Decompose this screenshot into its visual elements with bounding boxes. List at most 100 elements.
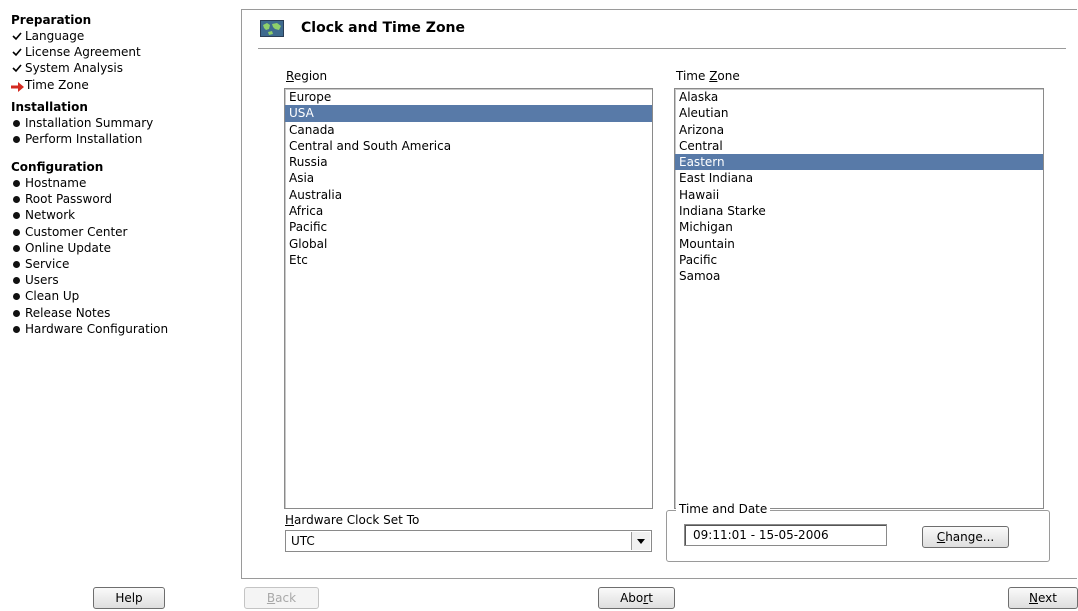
- step-root-password: Root Password: [11, 191, 168, 207]
- region-item-pacific[interactable]: Pacific: [285, 219, 652, 235]
- step-clean-up: Clean Up: [11, 288, 168, 304]
- configuration-section: Configuration Hostname Root Password Netwo…: [11, 159, 168, 337]
- timezone-item-arizona[interactable]: Arizona: [675, 122, 1043, 138]
- step-label: Users: [25, 273, 59, 288]
- step-network: Network: [11, 207, 168, 223]
- step-label: Network: [25, 208, 76, 223]
- region-item-central-and-south-america[interactable]: Central and South America: [285, 138, 652, 154]
- back-button[interactable]: Back: [244, 587, 319, 609]
- step-language: Language: [11, 28, 141, 44]
- step-license-agreement: License Agreement: [11, 44, 141, 60]
- bullet-icon: [13, 212, 20, 220]
- check-icon: [11, 44, 23, 60]
- time-and-date-legend: Time and Date: [676, 502, 771, 516]
- step-label: Clean Up: [25, 289, 80, 304]
- installation-items: Installation Summary Perform Installation: [11, 115, 153, 147]
- step-time-zone: Time Zone: [11, 77, 141, 93]
- help-button[interactable]: Help: [93, 587, 165, 609]
- step-label: Release Notes: [25, 305, 111, 320]
- region-item-canada[interactable]: Canada: [285, 122, 652, 138]
- dropdown-button[interactable]: [631, 532, 650, 550]
- step-label: Online Update: [25, 240, 111, 255]
- region-item-asia[interactable]: Asia: [285, 170, 652, 186]
- step-label: Installation Summary: [25, 116, 154, 130]
- check-icon: [11, 28, 23, 44]
- main-panel: Clock and Time Zone Region Europe USA Cana…: [241, 9, 1077, 579]
- step-label: License Agreement: [25, 45, 141, 60]
- bullet-icon: [13, 293, 20, 301]
- preparation-section: Preparation Language License Agreement Sys…: [11, 12, 141, 93]
- hardware-clock-select[interactable]: UTC: [285, 530, 652, 552]
- timezone-item-pacific[interactable]: Pacific: [675, 252, 1043, 268]
- preparation-heading: Preparation: [11, 13, 92, 27]
- step-label: Root Password: [25, 192, 113, 207]
- bullet-icon: [13, 309, 20, 317]
- bullet-icon: [13, 244, 20, 252]
- timezone-item-east-indiana[interactable]: East Indiana: [675, 170, 1043, 186]
- installation-section: Installation Installation Summary Perform…: [11, 99, 153, 147]
- region-item-europe[interactable]: Europe: [285, 89, 652, 105]
- step-online-update: Online Update: [11, 240, 168, 256]
- region-item-australia[interactable]: Australia: [285, 187, 652, 203]
- step-hostname: Hostname: [11, 175, 168, 191]
- step-label: Hostname: [25, 176, 87, 190]
- timezone-item-samoa[interactable]: Samoa: [675, 268, 1043, 284]
- step-label: Customer Center: [25, 224, 128, 239]
- bullet-icon: [13, 180, 20, 187]
- bullet-icon: [13, 260, 20, 268]
- check-icon: [11, 60, 23, 76]
- region-list[interactable]: Europe USA Canada Central and South America…: [284, 88, 653, 509]
- time-date-display: 09:11:01 - 15-05-2006: [684, 524, 887, 546]
- title-divider: [258, 48, 1066, 49]
- timezone-item-alaska[interactable]: Alaska: [675, 89, 1043, 105]
- bullet-icon: [13, 136, 20, 144]
- abort-button[interactable]: Abort: [598, 587, 675, 609]
- step-perform-installation: Perform Installation: [11, 131, 153, 147]
- timezone-list[interactable]: Alaska Aleutian Arizona Central Eastern East …: [674, 88, 1044, 509]
- configuration-heading: Configuration: [11, 160, 104, 174]
- bullet-icon: [13, 228, 20, 236]
- hardware-clock-label: Hardware Clock Set To: [285, 513, 420, 527]
- timezone-label: Time Zone: [676, 69, 740, 83]
- step-users: Users: [11, 272, 168, 288]
- bullet-icon: [13, 325, 20, 333]
- timezone-item-central[interactable]: Central: [675, 138, 1043, 154]
- installation-steps-sidebar: Preparation Language License Agreement Sys…: [0, 0, 232, 580]
- step-release-notes: Release Notes: [11, 305, 168, 321]
- region-item-africa[interactable]: Africa: [285, 203, 652, 219]
- region-item-russia[interactable]: Russia: [285, 154, 652, 170]
- step-label: Perform Installation: [25, 132, 143, 147]
- bullet-icon: [13, 196, 20, 204]
- timezone-item-hawaii[interactable]: Hawaii: [675, 187, 1043, 203]
- hardware-clock-value: UTC: [291, 534, 315, 548]
- preparation-items: Language License Agreement System Analysis…: [11, 28, 141, 93]
- timezone-item-indiana-starke[interactable]: Indiana Starke: [675, 203, 1043, 219]
- region-item-global[interactable]: Global: [285, 236, 652, 252]
- timezone-item-eastern[interactable]: Eastern: [675, 154, 1043, 171]
- installation-heading: Installation: [11, 100, 88, 114]
- configuration-items: Hostname Root Password Network Customer Cen…: [11, 175, 168, 337]
- region-label: Region: [286, 69, 328, 83]
- region-item-etc[interactable]: Etc: [285, 252, 652, 268]
- step-hardware-configuration: Hardware Configuration: [11, 321, 168, 337]
- region-item-usa[interactable]: USA: [285, 105, 652, 122]
- step-label: Service: [25, 256, 70, 271]
- timezone-item-michigan[interactable]: Michigan: [675, 219, 1043, 235]
- bullet-icon: [13, 120, 20, 127]
- step-label: Time Zone: [25, 77, 89, 92]
- bullet-icon: [13, 277, 20, 285]
- step-service: Service: [11, 256, 168, 272]
- timezone-item-mountain[interactable]: Mountain: [675, 236, 1043, 252]
- arrow-right-icon: [11, 80, 25, 92]
- step-label: System Analysis: [25, 61, 124, 76]
- step-label: Language: [25, 29, 85, 43]
- step-label: Hardware Configuration: [25, 321, 169, 336]
- timezone-item-aleutian[interactable]: Aleutian: [675, 105, 1043, 121]
- time-date-value: 09:11:01 - 15-05-2006: [693, 528, 829, 542]
- page-title: Clock and Time Zone: [301, 20, 466, 36]
- change-button[interactable]: Change...: [922, 526, 1009, 548]
- timezone-map-icon: [260, 20, 284, 37]
- step-customer-center: Customer Center: [11, 224, 168, 240]
- step-installation-summary: Installation Summary: [11, 115, 153, 131]
- next-button[interactable]: Next: [1008, 587, 1078, 609]
